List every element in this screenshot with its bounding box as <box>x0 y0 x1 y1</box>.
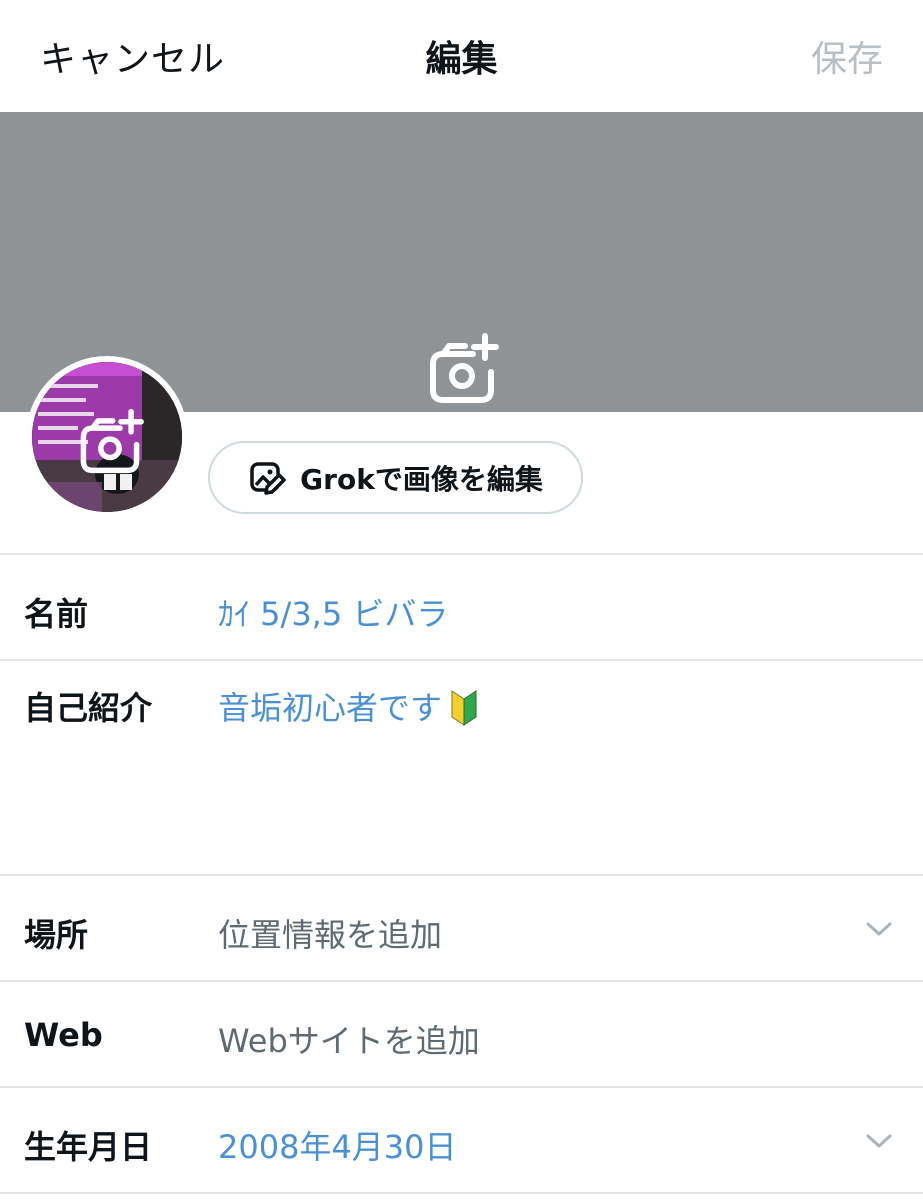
save-button[interactable]: 保存 <box>811 30 883 82</box>
bio-text: 音垢初心者です <box>218 689 443 727</box>
grok-edit-image-label: Grokで画像を編集 <box>300 462 543 496</box>
bio-row[interactable]: 自己紹介 音垢初心者です <box>0 659 923 874</box>
chevron-down-icon[interactable] <box>865 920 893 938</box>
web-label: Web <box>24 1016 103 1054</box>
name-label: 名前 <box>24 595 89 633</box>
location-label: 場所 <box>24 916 89 954</box>
name-row[interactable]: 名前 ｶｲ 5/3,5 ビバラ <box>0 553 923 659</box>
birthday-row[interactable]: 生年月日 2008年4月30日 <box>0 1086 923 1192</box>
page-title: 編集 <box>425 39 498 80</box>
birthday-field[interactable]: 2008年4月30日 <box>218 1122 457 1168</box>
bio-label: 自己紹介 <box>24 689 153 727</box>
avatar[interactable] <box>32 362 182 512</box>
website-field[interactable]: Webサイトを追加 <box>218 1016 480 1062</box>
top-bar: キャンセル 編集 保存 <box>0 0 923 112</box>
grok-edit-image-button[interactable]: Grokで画像を編集 <box>208 441 583 514</box>
bio-field[interactable]: 音垢初心者です <box>218 683 478 729</box>
image-edit-icon <box>250 461 286 495</box>
web-row[interactable]: Web Webサイトを追加 <box>0 980 923 1086</box>
birthday-label: 生年月日 <box>24 1128 153 1166</box>
name-field[interactable]: ｶｲ 5/3,5 ビバラ <box>218 589 448 635</box>
bottom-divider <box>0 1192 923 1200</box>
location-row[interactable]: 場所 位置情報を追加 <box>0 874 923 980</box>
beginner-mark-icon <box>451 690 477 726</box>
avatar-ring <box>26 356 188 518</box>
camera-plus-icon[interactable] <box>76 408 144 474</box>
chevron-down-icon[interactable] <box>865 1132 893 1150</box>
camera-plus-icon[interactable] <box>425 332 499 404</box>
location-field[interactable]: 位置情報を追加 <box>218 910 442 956</box>
